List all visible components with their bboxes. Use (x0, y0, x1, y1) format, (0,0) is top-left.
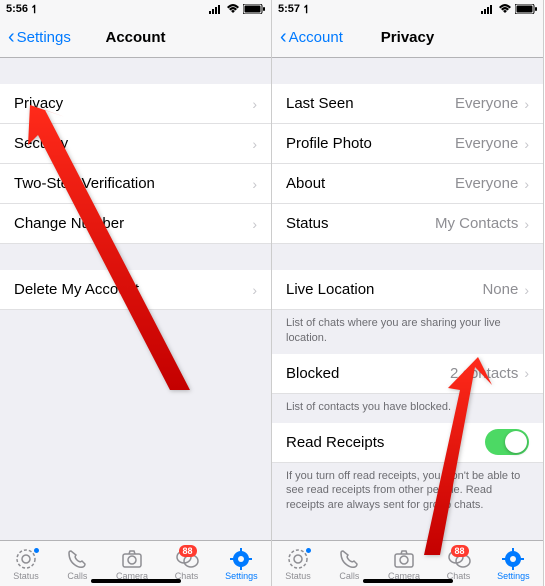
wifi-icon (498, 4, 512, 14)
row-label: Delete My Account (14, 281, 252, 298)
row-value: Everyone (455, 175, 518, 192)
tab-status[interactable]: Status (13, 548, 39, 581)
row-two-step[interactable]: Two-Step Verification › (0, 164, 271, 204)
tab-chats[interactable]: 88 Chats (447, 548, 471, 581)
footer-note: List of chats where you are sharing your… (272, 310, 543, 354)
row-label: Two-Step Verification (14, 175, 252, 192)
battery-icon (243, 4, 265, 14)
row-value: My Contacts (435, 215, 518, 232)
tab-camera[interactable]: Camera (388, 548, 420, 581)
chevron-left-icon: ‹ (280, 26, 287, 49)
row-value: None (482, 281, 518, 298)
phone-icon (337, 548, 361, 570)
row-label: Privacy (14, 95, 252, 112)
row-label: Change Number (14, 215, 252, 232)
signal-icon (481, 4, 495, 14)
row-value: Everyone (455, 95, 518, 112)
row-label: Security (14, 135, 252, 152)
read-receipts-toggle[interactable] (485, 429, 529, 455)
location-icon: ↿ (30, 3, 39, 16)
row-label: Blocked (286, 365, 450, 382)
battery-icon (515, 4, 537, 14)
tab-calls[interactable]: Calls (337, 548, 361, 581)
back-label: Settings (17, 29, 71, 46)
chevron-right-icon: › (252, 136, 257, 152)
chevron-right-icon: › (524, 96, 529, 112)
tab-camera[interactable]: Camera (116, 548, 148, 581)
status-time: 5:57 (278, 3, 300, 15)
tab-label: Settings (497, 571, 530, 581)
row-security[interactable]: Security › (0, 124, 271, 164)
row-value: 2 contacts (450, 365, 518, 382)
chevron-right-icon: › (524, 216, 529, 232)
camera-icon (120, 548, 144, 570)
content: Privacy › Security › Two-Step Verificati… (0, 58, 271, 540)
tab-calls[interactable]: Calls (65, 548, 89, 581)
status-bar: 5:56 ↿ (0, 0, 271, 18)
privacy-screen: 5:57 ↿ ‹ Account Privacy Last Seen Every… (272, 0, 544, 586)
back-button[interactable]: ‹ Settings (8, 26, 71, 49)
status-icon (14, 548, 38, 570)
badge: 88 (179, 545, 197, 557)
row-label: Profile Photo (286, 135, 455, 152)
chevron-right-icon: › (524, 176, 529, 192)
row-delete-account[interactable]: Delete My Account › (0, 270, 271, 310)
phone-icon (65, 548, 89, 570)
row-label: Status (286, 215, 435, 232)
nav-bar: ‹ Settings Account (0, 18, 271, 58)
content: Last Seen Everyone › Profile Photo Every… (272, 58, 543, 540)
row-blocked[interactable]: Blocked 2 contacts › (272, 354, 543, 394)
chevron-right-icon: › (524, 136, 529, 152)
row-change-number[interactable]: Change Number › (0, 204, 271, 244)
status-time: 5:56 (6, 3, 28, 15)
row-about[interactable]: About Everyone › (272, 164, 543, 204)
wifi-icon (226, 4, 240, 14)
signal-icon (209, 4, 223, 14)
footer-note: List of contacts you have blocked. (272, 394, 543, 423)
location-icon: ↿ (302, 3, 311, 16)
tab-label: Settings (225, 571, 258, 581)
row-value: Everyone (455, 135, 518, 152)
chevron-right-icon: › (252, 282, 257, 298)
row-status[interactable]: Status My Contacts › (272, 204, 543, 244)
back-button[interactable]: ‹ Account (280, 26, 343, 49)
row-read-receipts: Read Receipts (272, 423, 543, 463)
tab-label: Calls (67, 571, 87, 581)
row-label: Last Seen (286, 95, 455, 112)
account-screen: 5:56 ↿ ‹ Settings Account Privacy › Secu… (0, 0, 272, 586)
nav-bar: ‹ Account Privacy (272, 18, 543, 58)
row-label: Live Location (286, 281, 482, 298)
home-indicator (91, 579, 181, 583)
tab-label: Status (285, 571, 311, 581)
back-label: Account (289, 29, 343, 46)
tab-chats[interactable]: 88 Chats (175, 548, 199, 581)
row-privacy[interactable]: Privacy › (0, 84, 271, 124)
row-label: About (286, 175, 455, 192)
row-live-location[interactable]: Live Location None › (272, 270, 543, 310)
status-bar: 5:57 ↿ (272, 0, 543, 18)
status-icon (286, 548, 310, 570)
chevron-right-icon: › (524, 365, 529, 381)
tab-status[interactable]: Status (285, 548, 311, 581)
tab-label: Calls (339, 571, 359, 581)
tab-settings[interactable]: Settings (497, 548, 530, 581)
row-last-seen[interactable]: Last Seen Everyone › (272, 84, 543, 124)
chevron-right-icon: › (252, 96, 257, 112)
page-title: Account (106, 29, 166, 46)
chevron-right-icon: › (252, 216, 257, 232)
tab-label: Status (13, 571, 39, 581)
footer-note: If you turn off read receipts, you won't… (272, 463, 543, 522)
page-title: Privacy (381, 29, 434, 46)
home-indicator (363, 579, 453, 583)
gear-icon (501, 548, 525, 570)
badge: 88 (451, 545, 469, 557)
chevron-right-icon: › (252, 176, 257, 192)
tab-settings[interactable]: Settings (225, 548, 258, 581)
row-profile-photo[interactable]: Profile Photo Everyone › (272, 124, 543, 164)
gear-icon (229, 548, 253, 570)
row-label: Read Receipts (286, 434, 485, 451)
chevron-left-icon: ‹ (8, 26, 15, 49)
camera-icon (392, 548, 416, 570)
chevron-right-icon: › (524, 282, 529, 298)
